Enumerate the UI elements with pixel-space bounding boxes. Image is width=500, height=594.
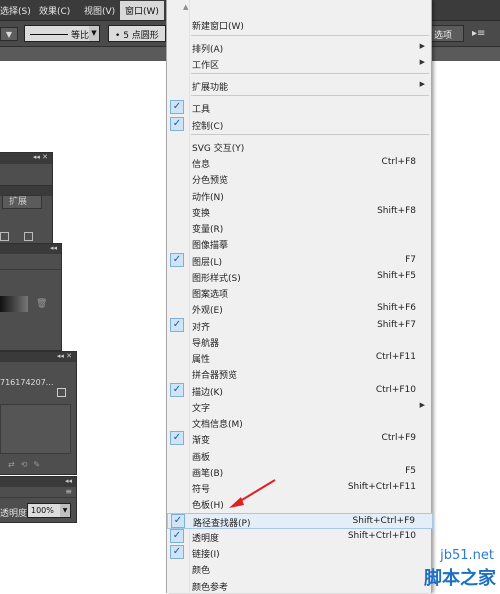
watermark: jb51.net 脚本之家 — [393, 548, 500, 593]
watermark-name: 脚本之家 — [424, 568, 496, 589]
arrow-head — [229, 497, 244, 508]
watermark-site: jb51.net — [440, 548, 494, 563]
arrow-line — [236, 479, 276, 504]
annotation-arrow — [229, 479, 276, 508]
